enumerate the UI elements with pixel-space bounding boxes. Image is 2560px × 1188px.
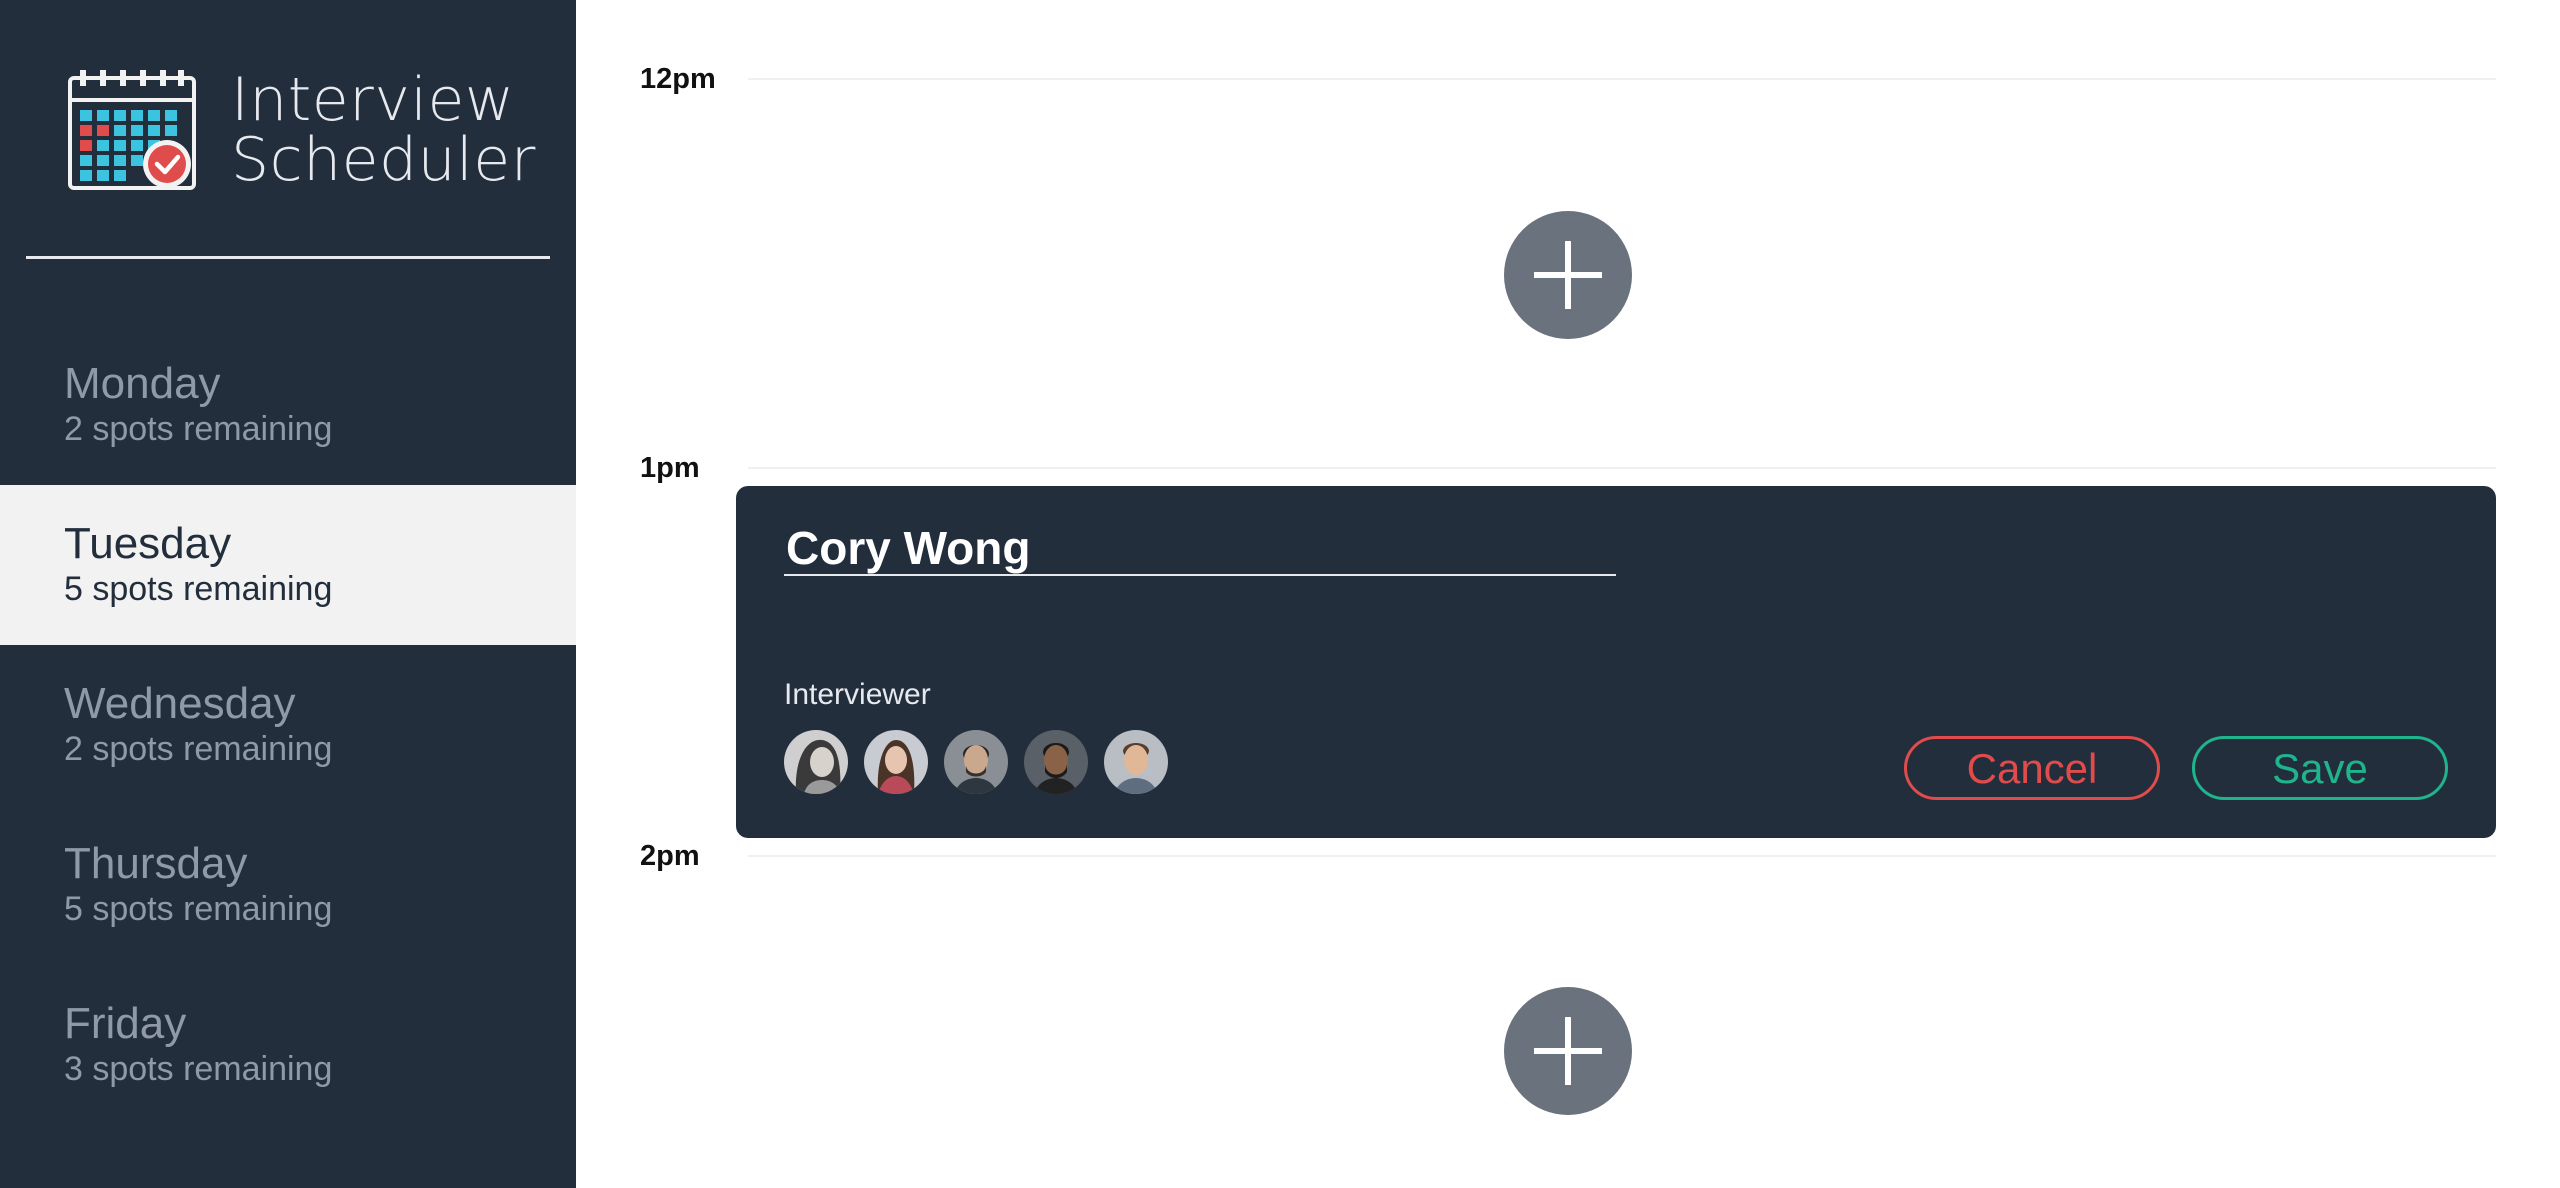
day-item-friday[interactable]: Friday 3 spots remaining [0, 965, 576, 1125]
day-name: Wednesday [64, 679, 296, 728]
day-name: Thursday [64, 839, 248, 888]
calendar-check-icon [68, 70, 196, 190]
sidebar: Interview Scheduler Monday 2 spots remai… [0, 0, 576, 1188]
interviewer-label: Interviewer [784, 678, 931, 711]
sidebar-divider [26, 256, 550, 259]
interviewer-list [784, 730, 1168, 794]
app-title: Interview Scheduler [231, 65, 536, 195]
day-spots-remaining: 5 spots remaining [64, 890, 333, 928]
day-item-thursday[interactable]: Thursday 5 spots remaining [0, 805, 576, 965]
cancel-button[interactable]: Cancel [1904, 736, 2160, 800]
plus-icon [1534, 1017, 1602, 1085]
day-list: Monday 2 spots remaining Tuesday 5 spots… [0, 325, 576, 1125]
add-appointment-button[interactable] [1504, 211, 1632, 339]
interviewer-avatar[interactable] [1024, 730, 1088, 794]
day-item-wednesday[interactable]: Wednesday 2 spots remaining [0, 645, 576, 805]
day-spots-remaining: 2 spots remaining [64, 410, 333, 448]
interviewer-avatar[interactable] [784, 730, 848, 794]
brand: Interview Scheduler [66, 68, 535, 194]
day-item-tuesday[interactable]: Tuesday 5 spots remaining [0, 485, 576, 645]
interviewer-avatar[interactable] [864, 730, 928, 794]
interviewer-avatar[interactable] [944, 730, 1008, 794]
day-spots-remaining: 2 spots remaining [64, 730, 333, 768]
time-label-2pm: 2pm [640, 840, 700, 872]
save-button[interactable]: Save [2192, 736, 2448, 800]
hour-divider [748, 855, 2496, 857]
interviewer-avatar[interactable] [1104, 730, 1168, 794]
day-spots-remaining: 3 spots remaining [64, 1050, 333, 1088]
plus-icon [1534, 241, 1602, 309]
hour-divider [748, 78, 2496, 80]
day-item-monday[interactable]: Monday 2 spots remaining [0, 325, 576, 485]
day-name: Friday [64, 999, 187, 1048]
student-name-input[interactable] [784, 526, 1616, 576]
time-label-12pm: 12pm [640, 63, 716, 95]
day-name: Tuesday [64, 519, 232, 568]
appointment-form: Interviewer [736, 486, 2496, 838]
day-spots-remaining: 5 spots remaining [64, 570, 333, 608]
time-label-1pm: 1pm [640, 452, 700, 484]
add-appointment-button[interactable] [1504, 987, 1632, 1115]
day-name: Monday [64, 359, 221, 408]
hour-divider [748, 467, 2496, 469]
